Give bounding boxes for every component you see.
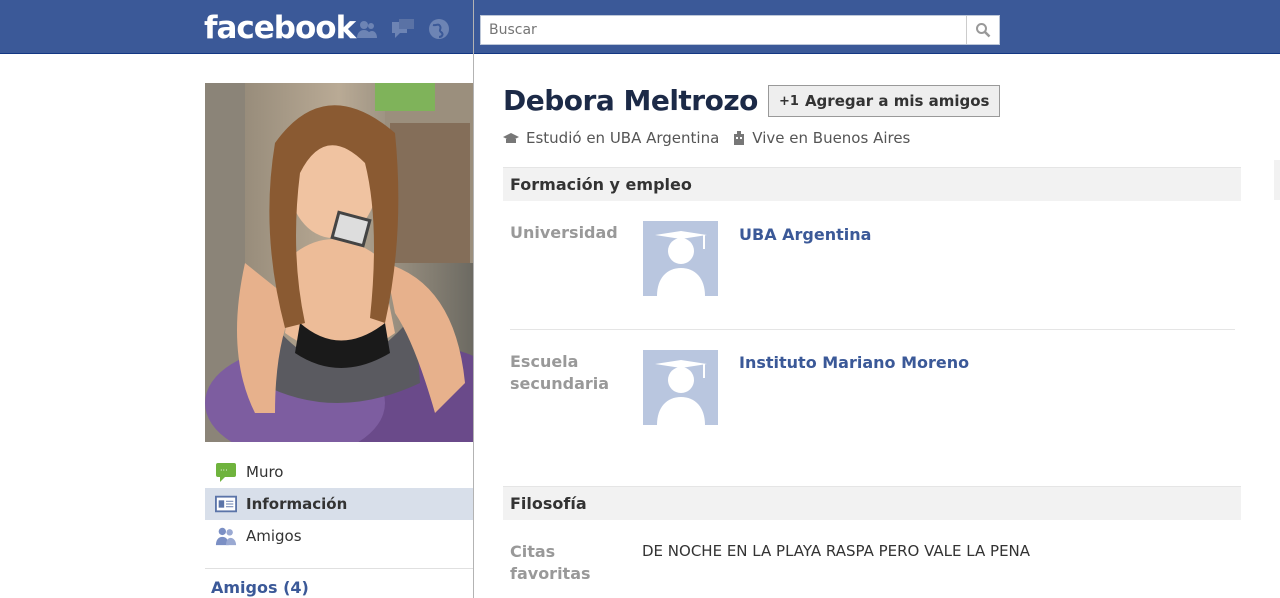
- column-divider: [473, 0, 474, 598]
- info-icon: [215, 493, 237, 515]
- highschool-name[interactable]: Instituto Mariano Moreno: [739, 353, 969, 372]
- nav-item-info[interactable]: Información: [205, 488, 473, 520]
- add-friend-button[interactable]: +1 Agregar a mis amigos: [768, 85, 1001, 117]
- friends-icon: [215, 525, 237, 547]
- search-box: [480, 15, 1000, 45]
- wall-icon: ···: [215, 461, 237, 483]
- home-icon: [733, 131, 745, 145]
- nav-separator: [205, 568, 473, 569]
- svg-text:···: ···: [220, 466, 228, 475]
- lives-in: Vive en Buenos Aires: [752, 129, 911, 147]
- nav-item-label: Información: [246, 495, 348, 513]
- friend-requests-icon[interactable]: [354, 16, 380, 42]
- school-placeholder-icon[interactable]: [643, 221, 718, 296]
- search-input[interactable]: [481, 16, 969, 44]
- right-edge-panel: [1274, 160, 1280, 200]
- search-button[interactable]: [966, 16, 999, 44]
- highschool-label: Escuela secundaria: [510, 352, 610, 393]
- section-divider: [510, 329, 1235, 330]
- education-section-header: Formación y empleo: [503, 167, 1241, 201]
- quotes-label: Citas favoritas: [510, 542, 591, 583]
- jewel-bar: [354, 16, 452, 42]
- studied-at: Estudió en UBA Argentina: [526, 129, 720, 147]
- friends-heading[interactable]: Amigos (4): [211, 578, 309, 597]
- nav-item-label: Muro: [246, 463, 284, 481]
- search-icon: [976, 23, 991, 38]
- nav-item-label: Amigos: [246, 527, 302, 545]
- school-placeholder-icon[interactable]: [643, 350, 718, 425]
- nav-item-wall[interactable]: ··· Muro: [205, 456, 473, 488]
- nav-item-friends[interactable]: Amigos: [205, 520, 473, 552]
- notifications-icon[interactable]: [426, 16, 452, 42]
- add-friend-label: Agregar a mis amigos: [804, 92, 990, 110]
- profile-nav: ··· Muro Información Amigos: [205, 456, 473, 552]
- add-friend-icon: +1: [779, 93, 799, 109]
- facebook-logo[interactable]: facebook: [204, 10, 356, 46]
- philosophy-section-header: Filosofía: [503, 486, 1241, 520]
- university-name[interactable]: UBA Argentina: [739, 225, 871, 244]
- profile-meta: Estudió en UBA Argentina Vive en Buenos …: [503, 129, 910, 147]
- profile-photo[interactable]: [205, 83, 473, 442]
- education-icon: [503, 132, 519, 144]
- top-bar: facebook: [0, 0, 1280, 54]
- favorite-quote: DE NOCHE EN LA PLAYA RASPA PERO VALE LA …: [642, 542, 1031, 560]
- profile-name: Debora Meltrozo: [503, 84, 758, 117]
- university-label: Universidad: [510, 223, 618, 242]
- messages-icon[interactable]: [390, 16, 416, 42]
